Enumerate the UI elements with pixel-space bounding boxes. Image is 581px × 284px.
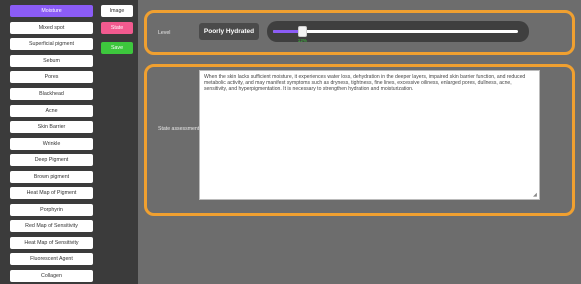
level-slider-track[interactable]: 12% bbox=[273, 26, 518, 43]
sidebar-item-skin-barrier[interactable]: Skin Barrier bbox=[10, 121, 93, 133]
sidebar-item-deep-pigment[interactable]: Deep Pigment bbox=[10, 154, 93, 166]
level-slider-container: 12% bbox=[267, 21, 529, 43]
sidebar-item-heat-map-of-pigment[interactable]: Heat Map of Pigment bbox=[10, 187, 93, 199]
sidebar-item-mixed-spot[interactable]: Mixed spot bbox=[10, 22, 93, 34]
sidebar-item-wrinkle[interactable]: Wrinkle bbox=[10, 138, 93, 150]
level-badge: Poorly Hydrated bbox=[199, 23, 259, 40]
sidebar-item-sebum[interactable]: Sebum bbox=[10, 55, 93, 67]
level-slider-thumb[interactable] bbox=[297, 26, 307, 37]
sidebar-item-pores[interactable]: Pores bbox=[10, 71, 93, 83]
sidebar-item-acne[interactable]: Acne bbox=[10, 105, 93, 117]
category-sidebar: Moisture Mixed spot Superficial pigment … bbox=[0, 0, 98, 284]
resize-handle-icon[interactable]: ◢ bbox=[533, 193, 538, 198]
sidebar-item-heat-map-of-sensitivity[interactable]: Heat Map of Sensitivity bbox=[10, 237, 93, 249]
action-column: Image State Save bbox=[98, 0, 138, 284]
sidebar-item-collagen[interactable]: Collagen bbox=[10, 270, 93, 282]
sidebar-item-blackhead[interactable]: Blackhead bbox=[10, 88, 93, 100]
level-panel: Level Poorly Hydrated 12% bbox=[144, 10, 575, 55]
state-button[interactable]: State bbox=[101, 22, 133, 34]
image-button[interactable]: Image bbox=[101, 5, 133, 17]
sidebar-item-porphyrin[interactable]: Porphyrin bbox=[10, 204, 93, 216]
save-button[interactable]: Save bbox=[101, 42, 133, 54]
level-label: Level bbox=[158, 30, 171, 36]
sidebar-item-fluorescent-agent[interactable]: Fluorescent Agent bbox=[10, 253, 93, 265]
state-assessment-panel: State assessment When the skin lacks suf… bbox=[144, 64, 575, 216]
state-assessment-label: State assessment bbox=[158, 126, 200, 132]
sidebar-item-superficial-pigment[interactable]: Superficial pigment bbox=[10, 38, 93, 50]
sidebar-item-red-map-of-sensitivity[interactable]: Red Map of Sensitivity bbox=[10, 220, 93, 232]
sidebar-item-moisture[interactable]: Moisture bbox=[10, 5, 93, 17]
sidebar-item-brown-pigment[interactable]: Brown pigment bbox=[10, 171, 93, 183]
state-assessment-text: When the skin lacks sufficient moisture,… bbox=[204, 74, 526, 93]
state-assessment-textarea[interactable]: When the skin lacks sufficient moisture,… bbox=[199, 70, 540, 200]
level-value-text: 12% bbox=[297, 38, 307, 43]
